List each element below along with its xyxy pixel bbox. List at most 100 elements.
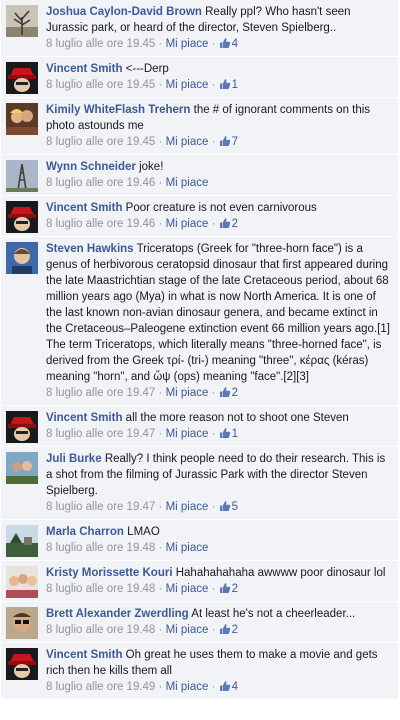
like-button[interactable]: Mi piace — [166, 177, 209, 189]
comment-author-link[interactable]: Joshua Caylon-David Brown — [46, 6, 202, 18]
comment-author-link[interactable]: Marla Charron — [46, 526, 124, 538]
comment-item: Vincent Smith Oh great he uses them to m… — [1, 643, 398, 700]
tree-avatar[interactable] — [6, 5, 38, 37]
comment-text: Kristy Morissette Kouri Hahahahahaha aww… — [46, 565, 392, 581]
like-count[interactable]: 5 — [219, 501, 238, 513]
comment-timestamp[interactable]: 8 luglio alle ore 19.46 — [46, 218, 155, 230]
comment-item: Vincent Smith <---Derp 8 luglio alle ore … — [1, 57, 398, 98]
like-button[interactable]: Mi piace — [166, 542, 209, 554]
thumbs-up-icon — [219, 623, 231, 635]
comment-text: Kimily WhiteFlash Trehern the # of ignor… — [46, 102, 392, 134]
comment-timestamp[interactable]: 8 luglio alle ore 19.48 — [46, 624, 155, 636]
like-count[interactable]: 2 — [219, 624, 238, 636]
meta-separator: · — [155, 218, 166, 230]
comment-meta: 8 luglio alle ore 19.47 · Mi piace · 2 — [46, 385, 392, 401]
like-button[interactable]: Mi piace — [166, 38, 209, 50]
like-count[interactable]: 2 — [219, 387, 238, 399]
landscape-avatar[interactable] — [6, 525, 38, 557]
like-count[interactable]: 4 — [219, 681, 238, 693]
red-hat-avatar[interactable] — [6, 648, 38, 680]
thumbs-up-icon — [219, 680, 231, 692]
comment-timestamp[interactable]: 8 luglio alle ore 19.45 — [46, 136, 155, 148]
thumbs-up-icon — [219, 37, 231, 49]
comment-item: Kimily WhiteFlash Trehern the # of ignor… — [1, 98, 398, 155]
like-count[interactable]: 1 — [219, 79, 238, 91]
comment-timestamp[interactable]: 8 luglio alle ore 19.48 — [46, 542, 155, 554]
meta-separator: · — [208, 79, 219, 91]
comment-timestamp[interactable]: 8 luglio alle ore 19.46 — [46, 177, 155, 189]
like-count-number: 2 — [231, 387, 239, 399]
comment-author-link[interactable]: Brett Alexander Zwerdling — [46, 608, 189, 620]
comment-text: Wynn Schneider joke! — [46, 159, 392, 175]
like-count-number: 1 — [231, 428, 239, 440]
eiffel-avatar[interactable] — [6, 160, 38, 192]
comment-meta: 8 luglio alle ore 19.46 · Mi piace — [46, 175, 392, 191]
like-count-number: 1 — [231, 79, 239, 91]
comment-timestamp[interactable]: 8 luglio alle ore 19.47 — [46, 428, 155, 440]
group-avatar[interactable] — [6, 566, 38, 598]
like-button[interactable]: Mi piace — [166, 387, 209, 399]
red-hat-avatar[interactable] — [6, 201, 38, 233]
like-count[interactable]: 1 — [219, 428, 238, 440]
comment-text: Juli Burke Really? I think people need t… — [46, 451, 392, 499]
comment-body: LMAO — [127, 526, 160, 538]
meta-separator: · — [155, 681, 166, 693]
comment-timestamp[interactable]: 8 luglio alle ore 19.47 — [46, 387, 155, 399]
comment-author-link[interactable]: Vincent Smith — [46, 202, 122, 214]
like-button[interactable]: Mi piace — [166, 501, 209, 513]
thumbs-up-icon — [219, 135, 231, 147]
meta-separator: · — [208, 38, 219, 50]
meta-separator: · — [208, 583, 219, 595]
like-button[interactable]: Mi piace — [166, 136, 209, 148]
comment-timestamp[interactable]: 8 luglio alle ore 19.47 — [46, 501, 155, 513]
meta-separator: · — [155, 136, 166, 148]
meta-separator: · — [155, 387, 166, 399]
comment-timestamp[interactable]: 8 luglio alle ore 19.48 — [46, 583, 155, 595]
comment-timestamp[interactable]: 8 luglio alle ore 19.45 — [46, 38, 155, 50]
red-hat-avatar[interactable] — [6, 62, 38, 94]
thumbs-up-icon — [219, 500, 231, 512]
like-count[interactable]: 2 — [219, 218, 238, 230]
like-count[interactable]: 7 — [219, 136, 238, 148]
like-count-number: 7 — [231, 136, 239, 148]
sunglasses-avatar[interactable] — [6, 607, 38, 639]
comment-author-link[interactable]: Kristy Morissette Kouri — [46, 567, 173, 579]
like-count[interactable]: 2 — [219, 583, 238, 595]
comment-item: Kristy Morissette Kouri Hahahahahaha aww… — [1, 561, 398, 602]
comment-meta: 8 luglio alle ore 19.48 · Mi piace · 2 — [46, 581, 392, 597]
thumbs-up-icon — [219, 217, 231, 229]
comment-author-link[interactable]: Vincent Smith — [46, 649, 122, 661]
comment-author-link[interactable]: Vincent Smith — [46, 63, 122, 75]
comment-text: Marla Charron LMAO — [46, 524, 392, 540]
man-avatar[interactable] — [6, 242, 38, 274]
comment-list: Joshua Caylon-David Brown Really ppl? Wh… — [0, 0, 400, 700]
comment-timestamp[interactable]: 8 luglio alle ore 19.49 — [46, 681, 155, 693]
meta-separator: · — [208, 218, 219, 230]
like-button[interactable]: Mi piace — [166, 79, 209, 91]
comment-author-link[interactable]: Wynn Schneider — [46, 161, 136, 173]
couple-avatar[interactable] — [6, 103, 38, 135]
like-count[interactable]: 4 — [219, 38, 238, 50]
comment-meta: 8 luglio alle ore 19.47 · Mi piace · 1 — [46, 426, 392, 442]
comment-author-link[interactable]: Kimily WhiteFlash Trehern — [46, 104, 190, 116]
comment-body: Triceratops (Greek for "three-horn face"… — [46, 243, 390, 383]
comment-author-link[interactable]: Vincent Smith — [46, 412, 122, 424]
like-button[interactable]: Mi piace — [166, 624, 209, 636]
meta-separator: · — [155, 624, 166, 636]
comment-item: Joshua Caylon-David Brown Really ppl? Wh… — [1, 0, 398, 57]
comment-timestamp[interactable]: 8 luglio alle ore 19.45 — [46, 79, 155, 91]
comment-text: Joshua Caylon-David Brown Really ppl? Wh… — [46, 4, 392, 36]
red-hat-avatar[interactable] — [6, 411, 38, 443]
like-count-number: 5 — [231, 501, 239, 513]
like-button[interactable]: Mi piace — [166, 583, 209, 595]
selfie-avatar[interactable] — [6, 452, 38, 484]
comment-item: Vincent Smith all the more reason not to… — [1, 406, 398, 447]
like-count-number: 2 — [231, 218, 239, 230]
like-button[interactable]: Mi piace — [166, 218, 209, 230]
thumbs-up-icon — [219, 582, 231, 594]
like-button[interactable]: Mi piace — [166, 428, 209, 440]
comment-author-link[interactable]: Steven Hawkins — [46, 243, 134, 255]
comment-author-link[interactable]: Juli Burke — [46, 453, 102, 465]
thumbs-up-icon — [219, 78, 231, 90]
like-button[interactable]: Mi piace — [166, 681, 209, 693]
